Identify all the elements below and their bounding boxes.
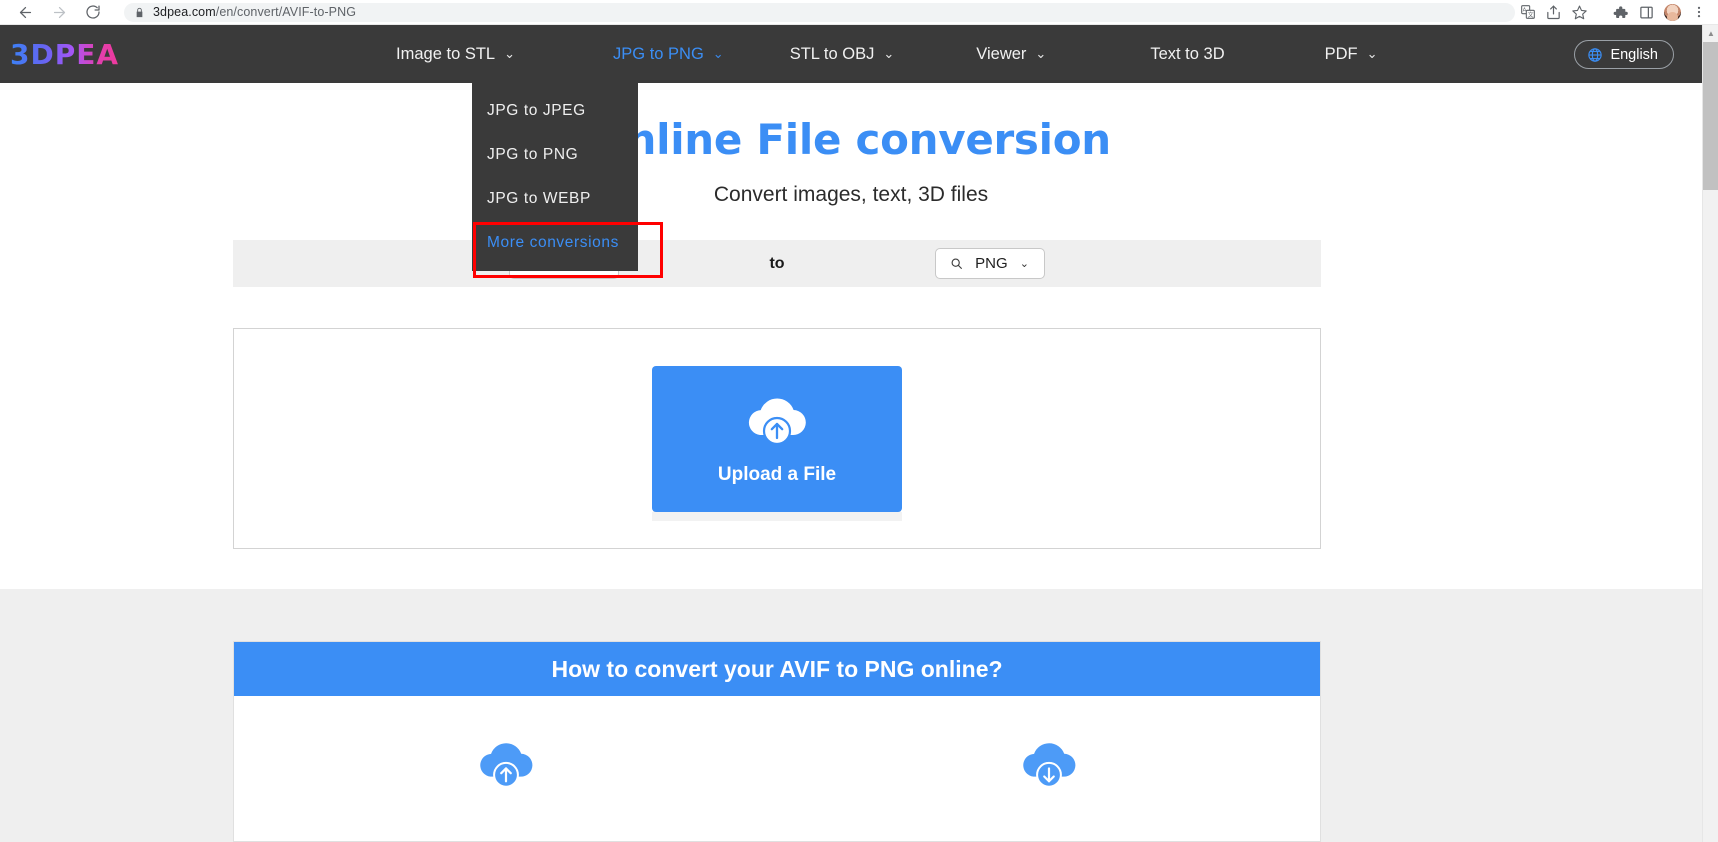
dropdown-item-more-conversions[interactable]: More conversions bbox=[472, 221, 638, 265]
nav-label: STL to OBJ bbox=[789, 44, 875, 63]
site-header: 3DPEA Image to STL ⌄ JPG to PNG ⌄ STL to… bbox=[0, 25, 1702, 83]
chevron-down-icon: ⌄ bbox=[504, 46, 516, 61]
chevron-down-icon: ⌄ bbox=[1019, 258, 1029, 270]
to-label: to bbox=[769, 254, 785, 272]
nav-item-jpg-to-png[interactable]: JPG to PNG ⌄ bbox=[596, 45, 741, 64]
howto-step-download bbox=[777, 734, 1320, 795]
howto-heading: How to convert your AVIF to PNG online? bbox=[234, 642, 1320, 696]
avatar[interactable] bbox=[1660, 0, 1685, 25]
howto-card: How to convert your AVIF to PNG online? bbox=[233, 641, 1321, 842]
translate-icon[interactable]: 文A bbox=[1515, 0, 1540, 25]
upload-drop-panel[interactable]: Upload a File bbox=[233, 328, 1321, 549]
bookmark-star-icon[interactable] bbox=[1567, 0, 1592, 25]
browser-toolbar-icons: 文A bbox=[1515, 0, 1718, 25]
nav-label: JPG to PNG bbox=[613, 44, 704, 63]
page-subtitle: Convert images, text, 3D files bbox=[713, 183, 989, 206]
howto-steps bbox=[234, 696, 1320, 795]
url-text: 3dpea.com/en/convert/AVIF-to-PNG bbox=[153, 5, 356, 19]
url-path: /en/convert/AVIF-to-PNG bbox=[215, 5, 357, 19]
forward-icon[interactable] bbox=[42, 0, 76, 25]
jpg-to-png-dropdown-menu: JPG to JPEG JPG to PNG JPG to WEBP More … bbox=[472, 83, 638, 271]
chevron-down-icon: ⌄ bbox=[1366, 46, 1378, 61]
target-format-value: PNG bbox=[975, 255, 1008, 272]
language-selector[interactable]: English bbox=[1574, 40, 1674, 69]
upload-file-button[interactable]: Upload a File bbox=[652, 365, 902, 521]
nav-label: Text to 3D bbox=[1150, 44, 1225, 63]
nav-item-image-to-stl[interactable]: Image to STL ⌄ bbox=[379, 45, 532, 64]
browser-toolbar: 3dpea.com/en/convert/AVIF-to-PNG 文A bbox=[0, 0, 1718, 25]
site-logo[interactable]: 3DPEA bbox=[10, 38, 119, 71]
format-selector-bar: AVIF ⌄ to PNG ⌄ bbox=[233, 240, 1321, 287]
lock-icon bbox=[134, 7, 145, 18]
chevron-down-icon: ⌄ bbox=[1035, 46, 1047, 61]
page-title: Online File conversion bbox=[591, 115, 1111, 164]
browser-nav-buttons bbox=[0, 0, 110, 25]
nav-label: Image to STL bbox=[396, 44, 496, 63]
cloud-upload-icon bbox=[473, 734, 539, 795]
howto-section: How to convert your AVIF to PNG online? bbox=[0, 589, 1702, 842]
extensions-puzzle-icon[interactable] bbox=[1608, 0, 1633, 25]
reload-icon[interactable] bbox=[76, 0, 110, 25]
back-icon[interactable] bbox=[8, 0, 42, 25]
dropdown-item-jpg-to-jpeg[interactable]: JPG to JPEG bbox=[472, 89, 638, 133]
side-panel-icon[interactable] bbox=[1634, 0, 1659, 25]
chrome-menu-icon[interactable] bbox=[1686, 0, 1711, 25]
scrollbar-thumb[interactable] bbox=[1703, 42, 1718, 190]
dropdown-item-jpg-to-png[interactable]: JPG to PNG bbox=[472, 133, 638, 177]
profile-avatar-image bbox=[1664, 3, 1681, 21]
upload-button-label: Upload a File bbox=[717, 464, 837, 485]
nav-item-pdf[interactable]: PDF ⌄ bbox=[1308, 45, 1395, 64]
svg-text:A: A bbox=[1522, 8, 1526, 14]
nav-label: Viewer bbox=[976, 44, 1027, 63]
search-icon bbox=[950, 257, 963, 270]
page-scrollbar[interactable]: ▲ bbox=[1702, 25, 1718, 842]
nav-item-viewer[interactable]: Viewer ⌄ bbox=[959, 45, 1063, 64]
cloud-download-icon bbox=[1016, 734, 1082, 795]
cloud-upload-icon bbox=[741, 391, 813, 456]
howto-step-upload bbox=[234, 734, 777, 795]
chevron-down-icon: ⌄ bbox=[883, 46, 895, 61]
url-domain: 3dpea.com bbox=[153, 5, 216, 19]
chevron-down-icon: ⌄ bbox=[712, 46, 724, 61]
target-format-select[interactable]: PNG ⌄ bbox=[934, 248, 1045, 279]
nav-item-text-to-3d[interactable]: Text to 3D bbox=[1133, 45, 1241, 64]
scrollbar-up-arrow-icon[interactable]: ▲ bbox=[1703, 25, 1718, 42]
nav-label: PDF bbox=[1324, 44, 1358, 63]
svg-text:文: 文 bbox=[1527, 11, 1533, 19]
nav-item-stl-to-obj[interactable]: STL to OBJ ⌄ bbox=[773, 45, 912, 64]
globe-icon bbox=[1587, 47, 1603, 63]
language-label: English bbox=[1610, 46, 1658, 63]
share-icon[interactable] bbox=[1541, 0, 1566, 25]
hero-section: Online File conversion Convert images, t… bbox=[0, 83, 1702, 207]
dropdown-item-jpg-to-webp[interactable]: JPG to WEBP bbox=[472, 177, 638, 221]
main-navigation: Image to STL ⌄ JPG to PNG ⌄ STL to OBJ ⌄… bbox=[379, 45, 1394, 64]
omnibox[interactable]: 3dpea.com/en/convert/AVIF-to-PNG bbox=[124, 2, 1515, 22]
